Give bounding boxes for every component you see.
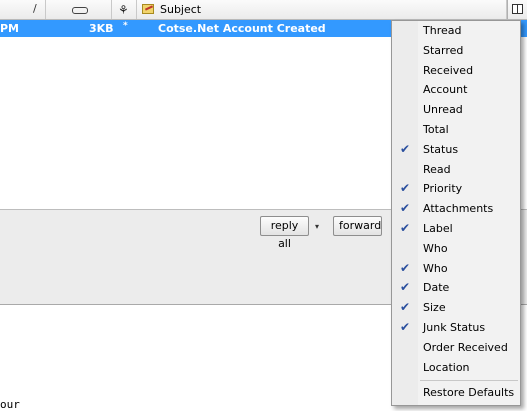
sort-indicator-icon: / [33, 2, 37, 15]
column-subject[interactable]: Subject [137, 0, 507, 19]
menu-item-label: Received [423, 63, 474, 77]
menu-item-location[interactable]: Location [392, 358, 520, 378]
checkmark-icon: ✔ [400, 201, 411, 216]
checkmark-icon: ✔ [400, 141, 411, 156]
menu-item-label: Who [423, 241, 448, 255]
menu-item-label: Starred [423, 43, 464, 57]
checkmark-icon: ✔ [400, 260, 411, 275]
menu-item-label: Size [423, 301, 446, 315]
menu-item-label: Who [423, 261, 448, 275]
menu-item-label: Junk Status [423, 320, 486, 334]
menu-item-label: Order Received [423, 340, 508, 354]
menu-item-label: Date [423, 281, 450, 295]
message-flag: * [123, 21, 128, 31]
menu-item-label: Total [423, 122, 449, 136]
menu-item-status[interactable]: ✔ Status [392, 140, 520, 160]
menu-item-junk-status[interactable]: ✔ Junk Status [392, 318, 520, 338]
menu-item-account[interactable]: Account [392, 80, 520, 100]
column-attachments[interactable] [46, 0, 112, 19]
menu-item-who[interactable]: ✔ Who [392, 259, 520, 279]
menu-item-date[interactable]: ✔ Date [392, 278, 520, 298]
menu-item-starred[interactable]: Starred [392, 41, 520, 61]
message-body-text: our [0, 398, 20, 411]
checkmark-icon: ✔ [400, 280, 411, 295]
column-date[interactable]: / [0, 0, 46, 19]
column-picker-icon [512, 4, 523, 14]
message-date: PM [0, 22, 20, 35]
menu-item-unread[interactable]: Unread [392, 100, 520, 120]
message-subject: Cotse.Net Account Created [158, 22, 326, 35]
menu-item-total[interactable]: Total [392, 120, 520, 140]
menu-item-attachments[interactable]: ✔ Attachments [392, 199, 520, 219]
column-header: / ⚘ Subject [0, 0, 527, 20]
menu-item-priority[interactable]: ✔ Priority [392, 179, 520, 199]
menu-item-read[interactable]: Read [392, 160, 520, 180]
menu-item-restore-defaults[interactable]: Restore Defaults [392, 383, 520, 403]
subject-icon [142, 4, 154, 14]
menu-item-label: Unread [423, 103, 463, 117]
menu-item-label: Status [423, 142, 459, 156]
menu-item-size[interactable]: ✔ Size [392, 298, 520, 318]
checkmark-icon: ✔ [400, 220, 411, 235]
menu-item-thread[interactable]: Thread [392, 21, 520, 41]
column-subject-label: Subject [160, 3, 202, 16]
reply-dropdown-arrow-icon[interactable]: ▾ [315, 222, 319, 231]
forward-button[interactable]: forward [333, 216, 382, 236]
menu-item-label: Account [423, 83, 468, 97]
menu-item-label: Attachments [423, 202, 494, 216]
menu-item-label: Read [423, 162, 451, 176]
message-size: 3KB [89, 22, 114, 35]
menu-item-received[interactable]: Received [392, 61, 520, 81]
column-picker-button[interactable] [507, 0, 527, 19]
junk-status-icon: ⚘ [118, 3, 129, 17]
checkmark-icon: ✔ [400, 181, 411, 196]
menu-item-label: Restore Defaults [423, 386, 515, 400]
menu-item-label: Thread [423, 24, 462, 37]
menu-item-who[interactable]: Who [392, 239, 520, 259]
checkmark-icon: ✔ [400, 300, 411, 315]
menu-separator [420, 380, 518, 382]
menu-item-label: Label [423, 221, 453, 235]
menu-item-order-received[interactable]: Order Received [392, 338, 520, 358]
reply-all-button[interactable]: reply all [260, 216, 309, 250]
column-junk-status[interactable]: ⚘ [112, 0, 137, 19]
attachment-icon [72, 7, 88, 14]
checkmark-icon: ✔ [400, 319, 411, 334]
menu-item-label[interactable]: ✔ Label [392, 219, 520, 239]
menu-item-label: Location [423, 360, 470, 374]
menu-item-label: Priority [423, 182, 463, 196]
column-picker-menu: Thread Starred Received Account Unread Total ✔… [391, 20, 521, 406]
